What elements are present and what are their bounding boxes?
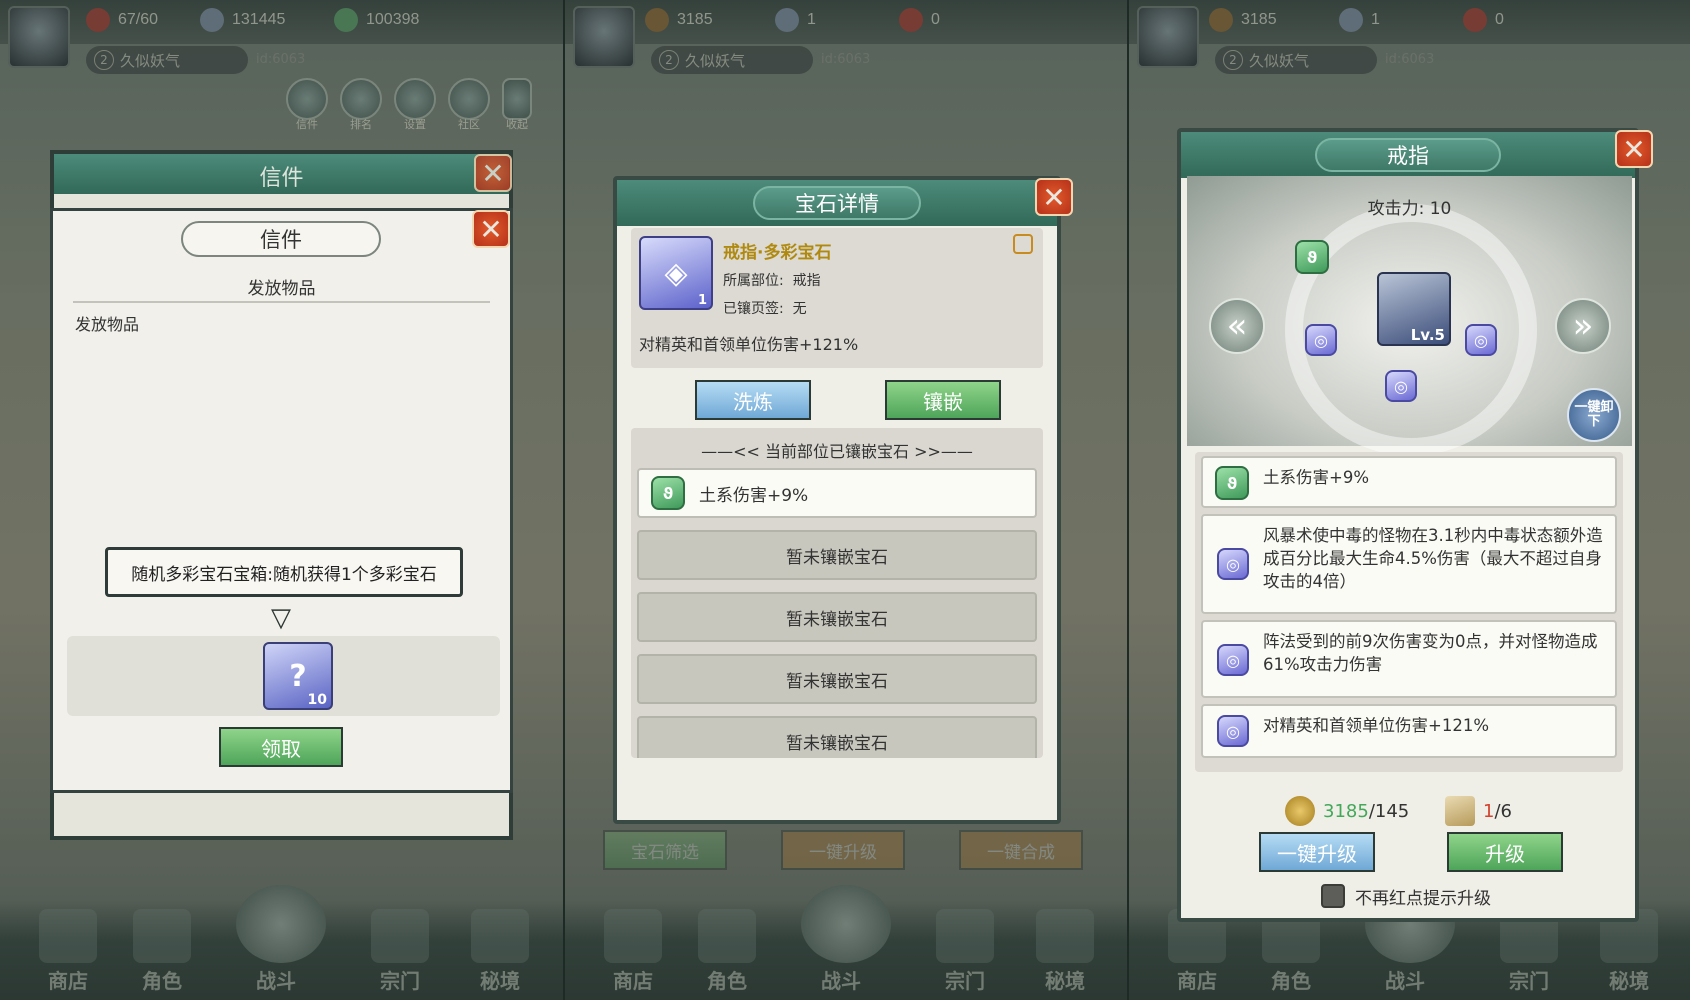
- purple-gem-icon: ◎: [1217, 644, 1249, 676]
- panel-gem-detail: 3185 1 0 2 久似妖气 id:6063 商店 角色 战斗 宗门 秘境 宝石…: [565, 0, 1127, 1000]
- effect-item: ◎ 风暴术使中毒的怪物在3.1秒内中毒状态额外造成百分比最大生命4.5%伤害（最…: [1201, 514, 1617, 614]
- gem-name: 戒指·多彩宝石: [723, 243, 832, 263]
- arrow-down-icon: ▽: [271, 603, 291, 633]
- ring-effects-list: ϑ 土系伤害+9% ◎ 风暴术使中毒的怪物在3.1秒内中毒状态额外造成百分比最大…: [1195, 452, 1623, 772]
- socket-purple-gem-icon[interactable]: ◎: [1385, 370, 1417, 402]
- unequip-all-button[interactable]: 一键卸下: [1567, 388, 1621, 442]
- gem-info-card: ◈ 1 戒指·多彩宝石 所属部位: 戒指 已镶页签: 无 对精英和首领单位伤害+1…: [631, 228, 1043, 368]
- scroll-icon: [1445, 796, 1475, 826]
- claim-button[interactable]: 领取: [219, 727, 343, 767]
- gem-effect: 对精英和首领单位伤害+121%: [639, 335, 859, 354]
- inlay-button[interactable]: 镶嵌: [885, 380, 1001, 420]
- ring-close-icon[interactable]: ✕: [1615, 130, 1653, 168]
- effect-item: ϑ 土系伤害+9%: [1201, 456, 1617, 508]
- panel-ring: 3185 1 0 2 久似妖气 id:6063 商店 角色 战斗 宗门 秘境 戒指…: [1129, 0, 1690, 1000]
- unlock-icon[interactable]: [1013, 234, 1033, 254]
- gem-icon: ◈ 1: [639, 236, 713, 310]
- scroll-cost: 1/6: [1445, 796, 1512, 826]
- socket-purple-gem-icon[interactable]: ◎: [1305, 324, 1337, 356]
- inlaid-gem-list: ——<< 当前部位已镶嵌宝石 >>—— ϑ 土系伤害+9% 暂未镶嵌宝石 暂未镶…: [631, 428, 1043, 758]
- chevron-right-icon[interactable]: »: [1555, 298, 1611, 354]
- mail-divider: [73, 301, 490, 303]
- mystery-gem-icon[interactable]: ? 10: [263, 642, 333, 710]
- empty-slot-4[interactable]: 暂未镶嵌宝石: [637, 654, 1037, 704]
- earth-gem-icon: ϑ: [1215, 466, 1249, 500]
- panel-mail: 67/60 131445 100398 2 久似妖气 id:6063 信件 排名 …: [0, 0, 563, 1000]
- ring-dialog: 戒指 攻击力: 10 ϑ ◎ ◎ ◎ Lv.5 « » 一键卸下 ϑ 土系伤害+…: [1177, 128, 1639, 922]
- item-description: 随机多彩宝石宝箱:随机获得1个多彩宝石: [105, 547, 463, 597]
- socket-earth-gem-icon[interactable]: ϑ: [1295, 240, 1329, 274]
- mail-body: 发放物品: [75, 315, 140, 334]
- no-remind-checkbox[interactable]: [1321, 884, 1345, 908]
- mail-back-title: 信件: [259, 166, 304, 191]
- socket-purple-gem-icon[interactable]: ◎: [1465, 324, 1497, 356]
- attack-power: 攻击力: 10: [1367, 199, 1452, 219]
- gem-detail-close-icon[interactable]: ✕: [1035, 178, 1073, 216]
- gem-tag-row: 已镶页签: 无: [723, 301, 807, 317]
- gem-detail-title: 宝石详情: [753, 186, 921, 220]
- inlaid-slot-1[interactable]: ϑ 土系伤害+9%: [637, 468, 1037, 518]
- mail-close-icon[interactable]: ✕: [472, 210, 510, 248]
- effect-item: ◎ 对精英和首领单位伤害+121%: [1201, 704, 1617, 758]
- purple-gem-icon: ◎: [1217, 548, 1249, 580]
- effect-item: ◎ 阵法受到的前9次伤害变为0点，并对怪物造成61%攻击力伤害: [1201, 620, 1617, 698]
- inlaid-list-title: ——<< 当前部位已镶嵌宝石 >>——: [701, 442, 973, 461]
- wash-button[interactable]: 洗炼: [695, 380, 811, 420]
- no-remind-label: 不再红点提示升级: [1355, 889, 1491, 909]
- earth-gem-icon: ϑ: [651, 476, 685, 510]
- upgrade-button[interactable]: 升级: [1447, 832, 1563, 872]
- mail-detail-window: 信件 发放物品 发放物品 随机多彩宝石宝箱:随机获得1个多彩宝石 ▽ ? 10 领…: [50, 208, 513, 793]
- empty-slot-2[interactable]: 暂未镶嵌宝石: [637, 530, 1037, 580]
- ring-item-icon[interactable]: Lv.5: [1377, 272, 1451, 346]
- auto-upgrade-button[interactable]: 一键升级: [1259, 832, 1375, 872]
- coin-cost: 3185/145: [1285, 796, 1409, 826]
- gem-slot-row: 所属部位: 戒指: [723, 273, 821, 289]
- mail-back-close-icon[interactable]: ✕: [474, 154, 512, 192]
- purple-gem-icon: ◎: [1217, 715, 1249, 747]
- mail-tab-title: 信件: [181, 221, 381, 257]
- ring-title: 戒指: [1315, 138, 1501, 172]
- empty-slot-5[interactable]: 暂未镶嵌宝石: [637, 716, 1037, 758]
- gem-detail-dialog: 宝石详情 ◈ 1 戒指·多彩宝石 所属部位: 戒指 已镶页签: 无 对精英和首领单…: [613, 176, 1061, 824]
- mail-subject: 发放物品: [247, 279, 316, 299]
- attachment-slot: ? 10: [67, 636, 500, 716]
- chevron-left-icon[interactable]: «: [1209, 298, 1265, 354]
- empty-slot-3[interactable]: 暂未镶嵌宝石: [637, 592, 1037, 642]
- coin-icon: [1285, 796, 1315, 826]
- ring-socket-area: 攻击力: 10 ϑ ◎ ◎ ◎ Lv.5 « » 一键卸下: [1187, 176, 1632, 456]
